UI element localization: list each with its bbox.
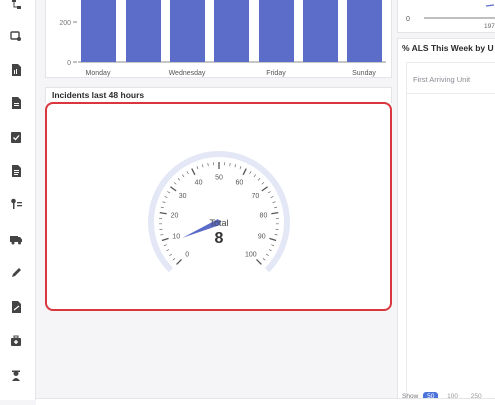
file-text-icon[interactable] [10, 97, 22, 109]
bar-chart-ytick-label: 0 [67, 60, 71, 67]
gauge-major-tick [170, 186, 177, 192]
gauge-minor-tick [261, 182, 265, 185]
gauge-major-tick [269, 237, 277, 242]
mini-chart-xtick: 1970 [484, 23, 495, 30]
gauge-minor-tick [270, 196, 274, 199]
als-panel-title: % ALS This Week by U [402, 43, 494, 53]
gauge-minor-tick [173, 182, 177, 185]
bar[interactable] [214, 0, 249, 62]
gauge-minor-tick [239, 166, 242, 170]
gauge-tick-label: 30 [179, 193, 187, 200]
gauge-tick-label: 80 [260, 212, 268, 219]
gauge-minor-tick [265, 253, 269, 256]
file-signature-icon[interactable] [10, 301, 22, 313]
bar-chart-xtick-label: Wednesday [169, 70, 206, 77]
truck-route-icon[interactable] [10, 30, 22, 42]
gauge-minor-tick [201, 164, 204, 168]
gauge-tick-label: 0 [185, 251, 189, 258]
gauge-tick-label: 60 [236, 179, 244, 186]
firefighter-icon[interactable] [10, 369, 22, 381]
gauge-tick-label: 70 [252, 193, 260, 200]
header-divider [407, 93, 495, 94]
bar-chart-ytick-label: 200 [59, 20, 71, 27]
sidebar [0, 0, 36, 400]
gauge-minor-tick [267, 191, 271, 194]
gauge-minor-tick [166, 249, 170, 252]
gauge-major-tick [159, 211, 167, 215]
gauge-major-tick [176, 259, 182, 265]
gauge-major-tick [161, 237, 169, 242]
gauge-tick-label: 90 [258, 233, 266, 240]
gauge-minor-tick [167, 191, 171, 194]
gauge-card-title: Incidents last 48 hours [52, 90, 145, 100]
clipboard-check-icon[interactable] [10, 131, 22, 143]
gauge-minor-tick [271, 244, 275, 247]
gauge-minor-tick [268, 249, 272, 252]
mini-chart-ytick: 0 [406, 16, 410, 23]
weekly-bar-chart: 200 0 Monday Wednesday Friday Sunday [59, 0, 386, 77]
gauge-minor-tick [207, 163, 209, 167]
gauge-minor-tick [164, 196, 168, 199]
gauge-minor-tick [234, 164, 237, 168]
bar[interactable] [303, 0, 338, 62]
file-lines-icon[interactable] [10, 165, 22, 177]
gauge-tick-label: 20 [171, 212, 179, 219]
gauge-minor-tick [172, 258, 176, 261]
gauge-minor-tick [253, 174, 257, 178]
gauge-minor-tick [160, 234, 164, 236]
als-by-unit-panel: % ALS This Week by U First Arriving Unit… [397, 38, 495, 405]
gauge-major-tick [271, 211, 279, 215]
gauge-minor-tick [160, 206, 164, 209]
ambulance-icon[interactable] [10, 233, 22, 245]
mini-line-chart: 0 1970 [406, 4, 495, 30]
gauge-total-value: 8 [215, 230, 224, 247]
bar[interactable] [259, 0, 294, 62]
gauge-minor-tick [181, 174, 185, 178]
gauge-minor-tick [257, 178, 261, 181]
bar-chart-xtick-label: Monday [86, 70, 111, 77]
right-top-mini-chart: 0 1970 [397, 0, 495, 33]
medkit-icon[interactable] [10, 335, 22, 347]
bottom-strip [36, 398, 495, 405]
gauge-minor-tick [274, 206, 278, 209]
gauge-minor-tick [177, 178, 181, 181]
bar-chart-xtick-label: Sunday [352, 70, 376, 77]
weekly-bar-chart-panel: 200 0 Monday Wednesday Friday Sunday [45, 0, 392, 78]
bar[interactable] [81, 0, 116, 62]
gauge-minor-tick [262, 258, 266, 261]
bar[interactable] [126, 0, 161, 62]
gauge-card-header: Incidents last 48 hours [45, 87, 392, 103]
gauge-tick-label: 100 [245, 251, 257, 258]
incidents-gauge: 0 10 20 30 40 50 60 70 80 90 100 Total 8 [148, 151, 290, 273]
gauge-major-tick [242, 168, 247, 176]
gauge-major-tick [256, 259, 262, 265]
gauge-major-tick [191, 168, 196, 176]
column-header-first-arriving-unit[interactable]: First Arriving Unit [413, 75, 470, 84]
gauge-minor-tick [196, 166, 199, 170]
incidents-gauge-panel[interactable]: 0 10 20 30 40 50 60 70 80 90 100 Total 8 [45, 102, 392, 311]
gauge-minor-tick [186, 171, 189, 175]
gauge-tick-label: 40 [195, 179, 203, 186]
key-list-icon[interactable] [10, 198, 22, 210]
gauge-minor-tick [229, 163, 231, 167]
mini-chart-line [485, 4, 495, 7]
file-chart-icon[interactable] [10, 64, 22, 76]
gauge-minor-tick [272, 201, 276, 203]
pen-icon[interactable] [10, 267, 22, 279]
gauge-major-tick [261, 186, 268, 192]
bar[interactable] [347, 0, 382, 62]
bar-chart-xtick-label: Friday [266, 70, 286, 77]
als-table: First Arriving Unit [406, 62, 495, 405]
gauge-total-label: Total [209, 218, 228, 228]
gauge-minor-tick [249, 171, 252, 175]
gauge-minor-tick [274, 234, 278, 236]
gauge-tick-label: 10 [172, 233, 180, 240]
gauge-tick-label: 50 [215, 175, 223, 182]
gauge-minor-tick [162, 201, 166, 203]
gauge-minor-tick [163, 244, 167, 247]
sitemap-icon[interactable] [10, 0, 22, 10]
bar[interactable] [170, 0, 205, 62]
gauge-minor-tick [169, 253, 173, 256]
